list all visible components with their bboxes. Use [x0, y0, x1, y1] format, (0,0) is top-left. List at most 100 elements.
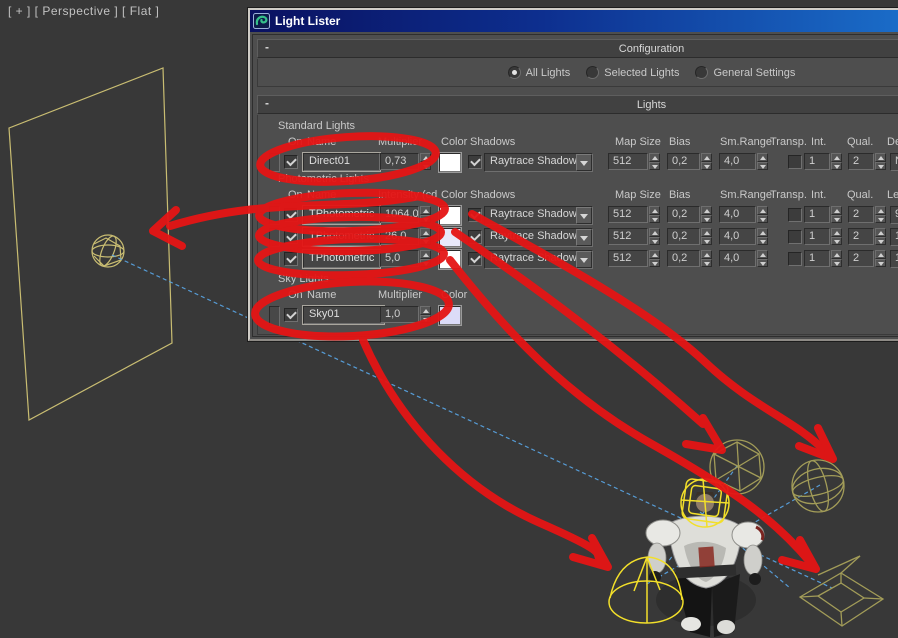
color-swatch[interactable]	[439, 206, 461, 225]
sm-range-spinner[interactable]: 4,0	[719, 228, 768, 245]
photometric-light-row: TPhotometric 26,0 Raytrace Shadow 512 0,…	[258, 228, 898, 247]
area-light-gizmo[interactable]	[798, 555, 885, 627]
bias-spinner[interactable]: 0,2	[667, 228, 712, 245]
transp-checkbox[interactable]	[788, 155, 802, 169]
col-header-int: Int.	[811, 136, 827, 148]
intensity-spinner[interactable]: 1064,0	[380, 206, 431, 223]
light-name-field[interactable]: TPhotometric	[303, 206, 380, 224]
dropdown-arrow-icon[interactable]	[576, 251, 592, 268]
lights-rollout-header[interactable]: - Lights	[257, 95, 898, 114]
map-size-spinner[interactable]: 512	[608, 228, 660, 245]
col-header-transp: Transp.	[770, 136, 807, 148]
multiplier-spinner[interactable]: 0,73	[380, 153, 431, 170]
photometric-light-gizmo-1[interactable]	[709, 439, 765, 495]
plane-light-gizmo[interactable]	[91, 234, 125, 268]
transp-checkbox[interactable]	[788, 208, 802, 222]
collapse-icon[interactable]: -	[265, 40, 269, 54]
intensity-spinner[interactable]: 5,0	[380, 250, 431, 267]
bias-spinner[interactable]: 0,2	[667, 250, 712, 267]
qual-spinner[interactable]: 2	[848, 153, 886, 170]
decay-field[interactable]: None	[890, 153, 898, 171]
light-name-field[interactable]: Direct01	[303, 153, 380, 171]
shadow-checkbox[interactable]	[468, 252, 482, 266]
col-header-color: Color	[441, 289, 468, 301]
light-lister-window[interactable]: Light Lister - Configuration All Lights …	[248, 8, 898, 341]
col-header-intensity: Intensity (cd	[378, 189, 438, 201]
on-checkbox[interactable]	[284, 252, 298, 266]
color-swatch[interactable]	[439, 153, 461, 172]
int-spinner[interactable]: 1	[804, 250, 842, 267]
collapse-icon[interactable]: -	[265, 96, 269, 110]
color-swatch[interactable]	[439, 306, 461, 325]
int-spinner[interactable]: 1	[804, 206, 842, 223]
col-header-sm-range: Sm.Range	[720, 189, 772, 201]
target-plane[interactable]	[8, 67, 173, 421]
dropdown-arrow-icon[interactable]	[576, 207, 592, 224]
light-name-field[interactable]: Sky01	[303, 306, 384, 324]
shadow-checkbox[interactable]	[468, 155, 482, 169]
light-name-field[interactable]: TPhotometric	[303, 228, 380, 246]
shadow-type-dropdown[interactable]: Raytrace Shadow	[484, 153, 593, 172]
radio-general-settings[interactable]: General Settings	[695, 66, 795, 79]
bias-spinner[interactable]: 0,2	[667, 153, 712, 170]
color-swatch[interactable]	[439, 250, 461, 269]
col-header-bias: Bias	[669, 189, 691, 201]
shadow-type-dropdown[interactable]: Raytrace Shadow	[484, 228, 593, 247]
on-checkbox[interactable]	[284, 155, 298, 169]
shadow-checkbox[interactable]	[468, 208, 482, 222]
map-size-spinner[interactable]: 512	[608, 153, 660, 170]
bias-spinner[interactable]: 0,2	[667, 206, 712, 223]
intensity-spinner[interactable]: 26,0	[380, 228, 431, 245]
qual-spinner[interactable]: 2	[848, 228, 886, 245]
viewport-label[interactable]: [ + ] [ Perspective ] [ Flat ]	[8, 4, 159, 18]
col-header-on: On	[288, 136, 303, 148]
col-header-shadows: Shadows	[470, 189, 516, 201]
radio-selected-lights[interactable]: Selected Lights	[586, 66, 679, 79]
max-swirl-icon	[253, 13, 270, 29]
radio-dot[interactable]	[695, 66, 709, 79]
length-field[interactable]: 91	[890, 206, 898, 224]
int-spinner[interactable]: 1	[804, 228, 842, 245]
color-swatch[interactable]	[439, 228, 461, 247]
length-field[interactable]: 12	[890, 250, 898, 268]
col-header-on: On	[288, 189, 303, 201]
map-size-spinner[interactable]: 512	[608, 250, 660, 267]
sm-range-spinner[interactable]: 4,0	[719, 206, 768, 223]
radio-all-lights[interactable]: All Lights	[507, 66, 570, 79]
window-titlebar[interactable]: Light Lister	[250, 10, 898, 32]
spin-up-icon[interactable]	[420, 153, 431, 162]
radio-dot[interactable]	[586, 66, 600, 79]
length-field[interactable]: 12	[890, 228, 898, 246]
col-header-length: Len	[887, 189, 898, 201]
shadow-type-dropdown[interactable]: Raytrace Shadow	[484, 250, 593, 269]
sm-range-spinner[interactable]: 4,0	[719, 153, 768, 170]
shadow-type-dropdown[interactable]: Raytrace Shadow	[484, 206, 593, 225]
int-spinner[interactable]: 1	[804, 153, 842, 170]
col-header-multiplier: Multiplier	[378, 136, 423, 148]
light-name-field[interactable]: TPhotometric	[303, 250, 380, 268]
col-header-color: Color	[441, 136, 468, 148]
qual-spinner[interactable]: 2	[848, 250, 886, 267]
dropdown-arrow-icon[interactable]	[576, 154, 592, 171]
dropdown-arrow-icon[interactable]	[576, 229, 592, 246]
transp-checkbox[interactable]	[788, 252, 802, 266]
col-header-name: Name	[307, 136, 337, 148]
multiplier-spinner[interactable]: 1,0	[380, 306, 431, 323]
character-model[interactable]	[645, 492, 765, 637]
sm-range-spinner[interactable]: 4,0	[719, 250, 768, 267]
on-checkbox[interactable]	[284, 308, 298, 322]
spin-down-icon[interactable]	[420, 161, 431, 170]
configuration-rollout-header[interactable]: - Configuration	[257, 39, 898, 58]
on-checkbox[interactable]	[284, 230, 298, 244]
map-size-spinner[interactable]: 512	[608, 206, 660, 223]
standard-lights-label: Standard Lights	[278, 120, 356, 132]
transp-checkbox[interactable]	[788, 230, 802, 244]
qual-spinner[interactable]: 2	[848, 206, 886, 223]
viewport[interactable]: [ + ] [ Perspective ] [ Flat ] Light Lis…	[0, 0, 898, 638]
configuration-rollout: - Configuration All Lights Selected Ligh…	[257, 39, 898, 87]
row-edge	[269, 206, 280, 225]
radio-dot[interactable]	[507, 66, 521, 79]
col-header-bias: Bias	[669, 136, 691, 148]
on-checkbox[interactable]	[284, 208, 298, 222]
shadow-checkbox[interactable]	[468, 230, 482, 244]
